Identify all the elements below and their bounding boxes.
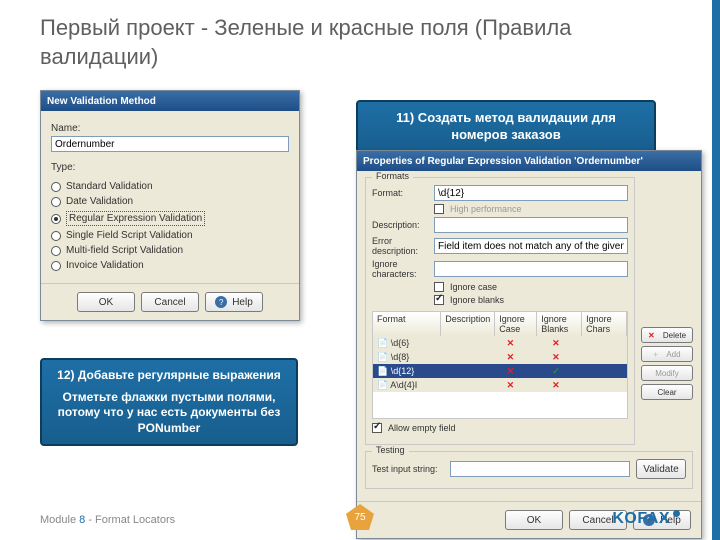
radio-multi-field-script[interactable]: Multi-field Script Validation xyxy=(51,245,289,256)
cross-icon: ✕ xyxy=(489,352,533,363)
clear-button[interactable]: Clear xyxy=(641,384,693,400)
radio-date-validation[interactable]: Date Validation xyxy=(51,196,289,207)
radio-regex-validation[interactable]: Regular Expression Validation xyxy=(51,211,289,226)
radio-icon xyxy=(51,261,61,271)
dialog-titlebar[interactable]: New Validation Method xyxy=(41,91,299,111)
radio-icon xyxy=(51,182,61,192)
testing-group-label: Testing xyxy=(372,445,409,455)
ignore-case-checkbox[interactable] xyxy=(434,282,444,292)
cross-icon: ✕ xyxy=(533,380,580,391)
col-ignore-case[interactable]: Ignore Case xyxy=(495,312,537,336)
format-label: Format: xyxy=(372,188,428,198)
allow-empty-label: Allow empty field xyxy=(388,423,456,433)
cancel-button[interactable]: Cancel xyxy=(141,292,199,312)
kofax-logo: KOFAX xyxy=(612,510,680,528)
radio-single-field-script[interactable]: Single Field Script Validation xyxy=(51,230,289,241)
regex-validation-properties-dialog: Properties of Regular Expression Validat… xyxy=(356,150,702,539)
delete-button[interactable]: ✕ Delete xyxy=(641,327,693,343)
type-label: Type: xyxy=(51,162,289,173)
add-button[interactable]: + Add xyxy=(641,346,693,362)
radio-icon xyxy=(51,214,61,224)
new-validation-method-dialog: New Validation Method Name: Type: Standa… xyxy=(40,90,300,321)
ok-button[interactable]: OK xyxy=(505,510,563,530)
ignore-blanks-checkbox[interactable] xyxy=(434,295,444,305)
high-performance-label: High performance xyxy=(450,204,522,214)
error-description-input[interactable] xyxy=(434,238,628,254)
radio-icon xyxy=(51,246,61,256)
table-row[interactable]: 📄 A\d{4}I✕✕ xyxy=(373,378,627,392)
formats-group-label: Formats xyxy=(372,171,413,181)
col-ignore-chars[interactable]: Ignore Chars xyxy=(582,312,627,336)
allow-empty-checkbox[interactable] xyxy=(372,423,382,433)
error-description-label: Error description: xyxy=(372,236,428,256)
plus-icon: + xyxy=(653,350,658,359)
cross-icon: ✕ xyxy=(489,366,533,377)
radio-icon xyxy=(51,231,61,241)
format-input[interactable] xyxy=(434,185,628,201)
high-performance-checkbox[interactable] xyxy=(434,204,444,214)
name-input[interactable] xyxy=(51,136,289,152)
cross-icon: ✕ xyxy=(489,338,533,349)
cross-icon: ✕ xyxy=(648,331,655,340)
radio-invoice-validation[interactable]: Invoice Validation xyxy=(51,260,289,271)
table-row[interactable]: 📄 \d{8}✕✕ xyxy=(373,350,627,364)
help-button[interactable]: ?Help xyxy=(205,292,263,312)
ignore-chars-label: Ignore characters: xyxy=(372,259,428,279)
callout-12: 12) Добавьте регулярные выражения Отметь… xyxy=(40,358,298,446)
format-table: Format Description Ignore Case Ignore Bl… xyxy=(372,311,628,419)
ignore-blanks-label: Ignore blanks xyxy=(450,295,504,305)
test-input[interactable] xyxy=(450,461,630,477)
validate-button[interactable]: Validate xyxy=(636,459,686,479)
check-icon: ✓ xyxy=(533,366,580,377)
help-icon: ? xyxy=(215,296,227,308)
page-title: Первый проект - Зеленые и красные поля (… xyxy=(40,14,600,71)
table-row[interactable]: 📄 \d{12}✕✓ xyxy=(373,364,627,378)
footer-module: Module 8 - Format Locators xyxy=(40,514,175,526)
col-ignore-blanks[interactable]: Ignore Blanks xyxy=(537,312,582,336)
description-input[interactable] xyxy=(434,217,628,233)
ignore-case-label: Ignore case xyxy=(450,282,497,292)
callout-11: 11) Создать метод валидации для номеров … xyxy=(356,100,656,154)
col-format[interactable]: Format xyxy=(373,312,441,336)
cross-icon: ✕ xyxy=(533,352,580,363)
name-label: Name: xyxy=(51,123,289,134)
table-row[interactable]: 📄 \d{6}✕✕ xyxy=(373,336,627,350)
radio-icon xyxy=(51,197,61,207)
cross-icon: ✕ xyxy=(489,380,533,391)
ok-button[interactable]: OK xyxy=(77,292,135,312)
description-label: Description: xyxy=(372,220,428,230)
ignore-chars-input[interactable] xyxy=(434,261,628,277)
cross-icon: ✕ xyxy=(533,338,580,349)
modify-button[interactable]: Modify xyxy=(641,365,693,381)
radio-standard-validation[interactable]: Standard Validation xyxy=(51,181,289,192)
dialog-titlebar[interactable]: Properties of Regular Expression Validat… xyxy=(357,151,701,171)
test-input-label: Test input string: xyxy=(372,464,444,474)
col-description[interactable]: Description xyxy=(441,312,495,336)
